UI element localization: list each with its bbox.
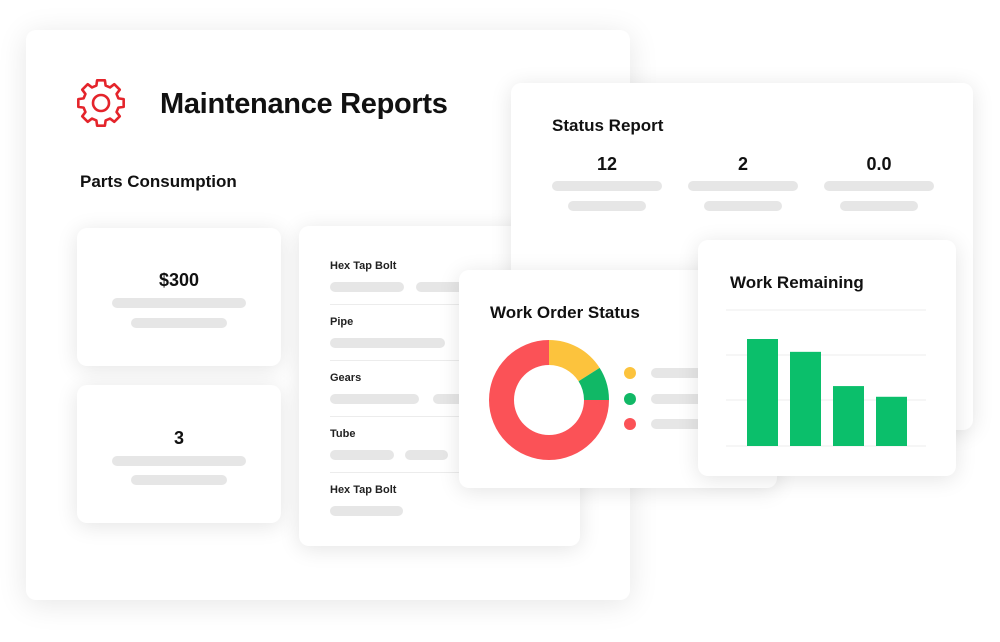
- placeholder-bar: [688, 181, 798, 191]
- placeholder-bar: [568, 201, 646, 211]
- bar-2: [833, 386, 864, 446]
- placeholder-bar: [131, 318, 227, 328]
- parts-consumption-title: Parts Consumption: [80, 172, 237, 191]
- list-item: Pipe: [330, 316, 354, 328]
- placeholder-bar: [552, 181, 662, 191]
- placeholder-bar: [840, 201, 918, 211]
- placeholder-bar: [112, 298, 246, 308]
- parts-cost-value: $300: [158, 270, 200, 290]
- placeholder-bar: [330, 506, 403, 516]
- parts-cost-card: $300: [77, 228, 281, 366]
- list-item: Hex Tap Bolt: [330, 484, 397, 496]
- bar-3: [876, 396, 907, 446]
- placeholder-bar: [704, 201, 782, 211]
- placeholder-bar: [112, 456, 246, 466]
- work-remaining-title: Work Remaining: [730, 273, 864, 292]
- placeholder-bar: [330, 338, 445, 348]
- list-item: Tube: [330, 428, 356, 440]
- list-item: Gears: [330, 372, 362, 384]
- work-remaining-card: Work Remaining: [698, 240, 956, 476]
- work-order-donut-chart: [489, 340, 609, 460]
- status-stat-value: 0.0: [866, 154, 892, 174]
- status-report-title: Status Report: [552, 116, 664, 135]
- status-stat-value: 2: [737, 154, 748, 174]
- bar-0: [747, 339, 778, 446]
- placeholder-bar: [330, 450, 394, 460]
- list-item: Hex Tap Bolt: [330, 260, 397, 272]
- placeholder-bar: [405, 450, 448, 460]
- placeholder-bar: [330, 394, 419, 404]
- placeholder-bar: [131, 475, 227, 485]
- parts-count-value: 3: [173, 428, 184, 448]
- parts-count-card: 3: [77, 385, 281, 523]
- status-stat-value: 12: [596, 154, 618, 174]
- placeholder-bar: [330, 282, 404, 292]
- bar-1: [790, 351, 821, 446]
- legend-dot-red: [624, 418, 636, 430]
- placeholder-bar: [824, 181, 934, 191]
- page-title: Maintenance Reports: [160, 88, 448, 120]
- legend-dot-yellow: [624, 367, 636, 379]
- work-remaining-bar-chart: [726, 309, 926, 447]
- work-order-status-title: Work Order Status: [490, 303, 640, 322]
- legend-dot-green: [624, 393, 636, 405]
- gear-icon: [77, 79, 125, 127]
